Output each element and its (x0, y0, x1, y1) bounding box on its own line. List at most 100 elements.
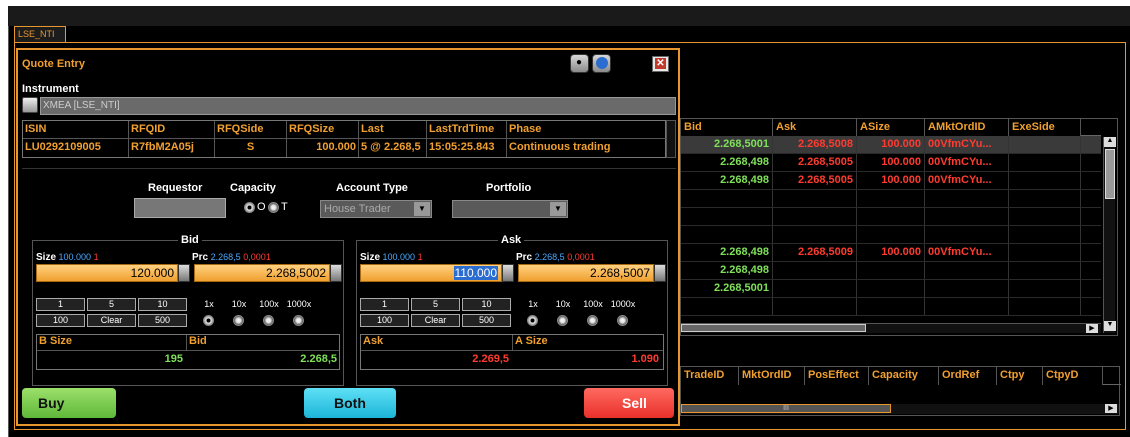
pin-button[interactable]: ● (570, 54, 589, 73)
quotes-row[interactable]: 2.268,498 2.268,5005 100.000 00VfmCYu... (681, 172, 1101, 190)
ask-mult-radio-1[interactable] (557, 315, 568, 326)
instrument-field[interactable]: XMEA [LSE_NTI] (40, 97, 676, 115)
quotes-cell (925, 298, 1009, 315)
quotes-row[interactable] (681, 190, 1101, 208)
vertical-scrollbar[interactable]: ▲ ▼ (1103, 137, 1116, 333)
bid-key2-1[interactable]: Clear (87, 314, 136, 327)
quotes-row[interactable]: 2.268,5001 (681, 280, 1101, 298)
ask-key-1[interactable]: 5 (411, 298, 460, 311)
trades-header-4[interactable]: OrdRef (939, 367, 997, 385)
bid-book-bid: 2.268,5 (300, 353, 337, 365)
sell-button[interactable]: Sell (584, 388, 674, 418)
ask-book-table: Ask A Size 2.269,5 1.090 (360, 334, 664, 370)
ask-key2-2[interactable]: 500 (462, 314, 511, 327)
quotes-cell: 100.000 (857, 172, 925, 189)
ask-mult-radio-0[interactable] (527, 315, 538, 326)
bid-mult-label-0: 1x (204, 299, 214, 309)
ask-mult-radio-3[interactable] (617, 315, 628, 326)
quotes-cell (857, 298, 925, 315)
quotes-cell: 2.268,5001 (681, 280, 773, 297)
capacity-radio-o[interactable] (244, 202, 255, 213)
ask-key-2[interactable]: 10 (462, 298, 511, 311)
close-button[interactable]: ✕ (652, 56, 669, 72)
bid-mult-radio-3[interactable] (293, 315, 304, 326)
quotes-cell (925, 190, 1009, 207)
requestor-input[interactable] (134, 198, 226, 218)
quotes-row[interactable]: 2.268,498 2.268,5009 100.000 00VfmCYu... (681, 244, 1101, 262)
ask-mult-radio-2[interactable] (587, 315, 598, 326)
info-table-scrollbar[interactable] (666, 120, 676, 158)
trades-grid: TradeID MktOrdID PosEffect Capacity OrdRef Ct… (680, 366, 1121, 416)
quotes-header-0[interactable]: Bid (681, 119, 773, 136)
quotes-header-2[interactable]: ASize (857, 119, 925, 136)
ask-price-stepper[interactable] (654, 264, 666, 282)
bid-mult-radio-2[interactable] (263, 315, 274, 326)
bid-price-stepper[interactable] (330, 264, 342, 282)
quotes-cell (773, 280, 857, 297)
ask-panel-title: Ask (498, 234, 525, 246)
quotes-cell (857, 280, 925, 297)
quotes-row[interactable]: 2.268,498 2.268,5005 100.000 00VfmCYu... (681, 154, 1101, 172)
quotes-cell (925, 262, 1009, 279)
trades-horizontal-scrollbar[interactable]: III ▶ (681, 404, 1119, 414)
quotes-row[interactable]: 2.268,498 (681, 262, 1101, 280)
quotes-header-3[interactable]: AMktOrdID (925, 119, 1009, 136)
bid-mult-radio-0[interactable] (203, 315, 214, 326)
quotes-header-1[interactable]: Ask (773, 119, 857, 136)
bid-book-table: B Size Bid 195 2.268,5 (36, 334, 340, 370)
quotes-cell (1009, 154, 1081, 171)
account-type-select[interactable]: House Trader ▼ (320, 200, 432, 218)
ask-size-stepper[interactable] (502, 264, 514, 282)
bid-key-0[interactable]: 1 (36, 298, 85, 311)
bid-key2-2[interactable]: 500 (138, 314, 187, 327)
bid-key-1[interactable]: 5 (87, 298, 136, 311)
quotes-row[interactable] (681, 208, 1101, 226)
chevron-down-icon: ▼ (550, 202, 566, 216)
instrument-lookup-button[interactable] (22, 97, 38, 113)
account-type-value: House Trader (324, 203, 391, 215)
buy-button[interactable]: Buy (22, 388, 116, 418)
quotes-cell (1009, 262, 1081, 279)
quotes-cell: 2.268,5009 (773, 244, 857, 261)
portfolio-select[interactable]: ▼ (452, 200, 568, 218)
bid-key2-0[interactable]: 100 (36, 314, 85, 327)
quotes-cell: 00VfmCYu... (925, 154, 1009, 171)
trades-header-3[interactable]: Capacity (869, 367, 939, 385)
horizontal-scrollbar[interactable]: ▶ (681, 323, 1101, 333)
trades-header-0[interactable]: TradeID (681, 367, 739, 385)
ask-price-input[interactable]: 2.268,5007 (518, 264, 654, 282)
globe-button[interactable] (592, 54, 611, 73)
quotes-cell (1009, 244, 1081, 261)
ask-size-input[interactable]: 110.000 (360, 264, 502, 282)
quotes-cell (773, 190, 857, 207)
quotes-header-4[interactable]: ExeSide (1009, 119, 1081, 136)
trades-header-6[interactable]: CtpyD (1043, 367, 1103, 385)
quotes-row[interactable]: 2.268,5001 2.268,5008 100.000 00VfmCYu... (681, 136, 1101, 154)
info-value-2: S (215, 139, 287, 157)
bid-size-stepper[interactable] (178, 264, 190, 282)
quotes-cell: 2.268,498 (681, 154, 773, 171)
ask-key-0[interactable]: 1 (360, 298, 409, 311)
globe-icon (596, 57, 608, 69)
bid-size-input[interactable]: 120.000 (36, 264, 178, 282)
bid-prc-label-group: Prc 2.268,5 0,0001 (192, 252, 271, 263)
trades-header-1[interactable]: MktOrdID (739, 367, 805, 385)
quotes-row[interactable] (681, 226, 1101, 244)
tab-lse-nti[interactable]: LSE_NTI (14, 26, 66, 42)
capacity-radio-t[interactable] (268, 202, 279, 213)
ask-key2-1[interactable]: Clear (411, 314, 460, 327)
quotes-cell (773, 298, 857, 315)
trades-header-2[interactable]: PosEffect (805, 367, 869, 385)
quotes-cell (1009, 280, 1081, 297)
bid-key-2[interactable]: 10 (138, 298, 187, 311)
both-button[interactable]: Both (304, 388, 396, 418)
bid-price-input[interactable]: 2.268,5002 (194, 264, 330, 282)
bid-mult-radio-1[interactable] (233, 315, 244, 326)
capacity-label: Capacity (230, 182, 276, 194)
quotes-row[interactable] (681, 298, 1101, 316)
trades-header-5[interactable]: Ctpy (997, 367, 1043, 385)
ask-key2-0[interactable]: 100 (360, 314, 409, 327)
bid-size-label-group: Size 100.000 1 (36, 252, 99, 263)
ask-book-header-asize: A Size (513, 335, 663, 351)
quotes-cell (1009, 208, 1081, 225)
